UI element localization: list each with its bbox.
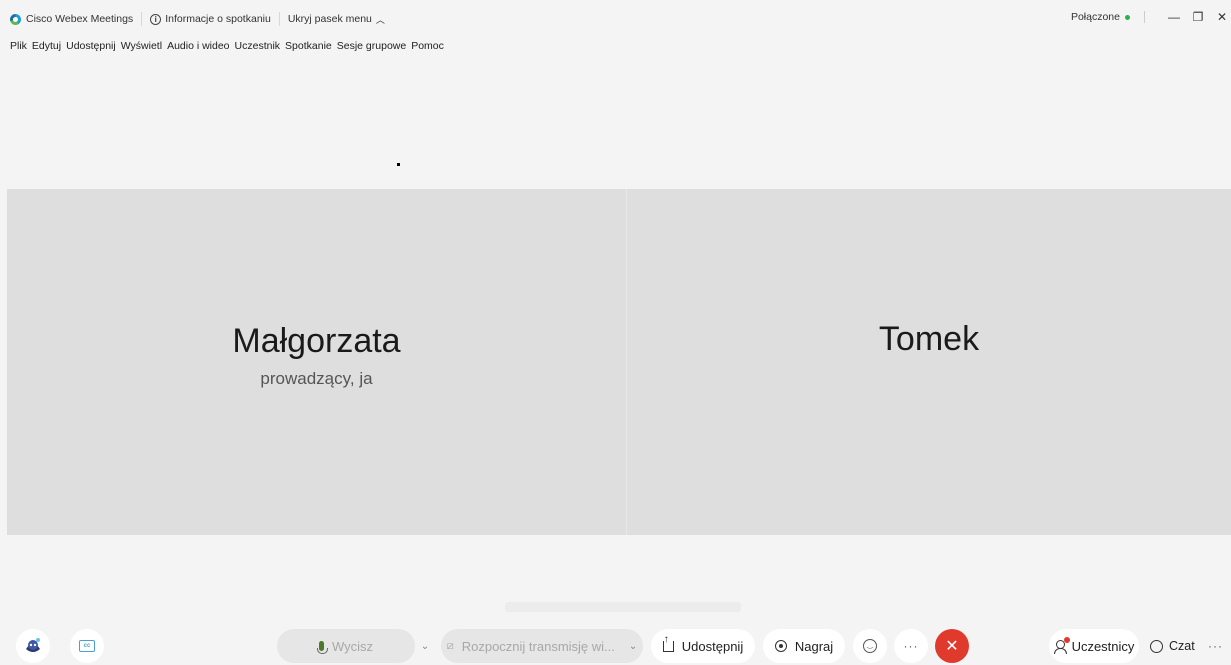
meeting-info-button[interactable]: i Informacje o spotkaniu: [142, 12, 280, 26]
share-label: Udostępnij: [681, 638, 744, 654]
close-button[interactable]: ✕: [1213, 10, 1231, 24]
menu-item-uczestnik[interactable]: Uczestnik: [235, 40, 281, 52]
info-icon: i: [150, 13, 162, 25]
assistant-button[interactable]: [16, 629, 50, 663]
menu-item-edytuj[interactable]: Edytuj: [32, 40, 61, 52]
menu-item-audio-wideo[interactable]: Audio i wideo: [167, 40, 229, 52]
start-video-button[interactable]: ⧄ Rozpocznij transmisję wi... ⌄: [441, 629, 643, 663]
participant-name: Małgorzata: [232, 321, 401, 360]
title-bar-right: Połączone — ❐ ✕: [1071, 10, 1231, 24]
more-icon: ···: [1208, 639, 1223, 653]
divider: [1144, 11, 1145, 23]
closed-captions-icon: cc: [79, 640, 95, 652]
panel-overflow-button[interactable]: ···: [1208, 629, 1223, 663]
chevron-down-icon: ⌄: [628, 640, 638, 652]
record-icon: [774, 640, 787, 652]
captions-button[interactable]: cc: [70, 629, 104, 663]
title-bar-left: Cisco Webex Meetings i Informacje o spot…: [10, 12, 393, 26]
close-icon: ✕: [945, 638, 959, 655]
chat-label: Czat: [1169, 639, 1195, 653]
more-options-button[interactable]: ···: [894, 629, 928, 663]
mute-button[interactable]: Wycisz: [277, 629, 415, 663]
app-title: Cisco Webex Meetings: [10, 12, 143, 26]
participants-button[interactable]: Uczestnicy: [1049, 629, 1139, 663]
placeholder-bar: [505, 602, 741, 612]
participant-tile[interactable]: Tomek: [627, 189, 1231, 535]
start-video-label: Rozpocznij transmisję wi...: [461, 638, 615, 654]
connection-status: Połączone: [1070, 11, 1120, 23]
record-label: Nagraj: [794, 638, 834, 654]
app-name: Cisco Webex Meetings: [26, 13, 134, 25]
menu-bar: Plik Edytuj Udostępnij Wyświetl Audio i …: [10, 40, 449, 52]
microphone-icon: [316, 641, 328, 654]
menu-item-sesje-grupowe[interactable]: Sesje grupowe: [337, 40, 406, 52]
restore-button[interactable]: ❐: [1189, 10, 1207, 24]
menu-item-pomoc[interactable]: Pomoc: [411, 40, 444, 52]
chat-button[interactable]: Czat: [1150, 629, 1195, 663]
end-meeting-button[interactable]: ✕: [935, 629, 969, 663]
video-stage: Małgorzata prowadzący, ja Tomek: [7, 189, 1231, 535]
control-bar: cc Wycisz ⌄ ⧄ Rozpocznij transmisję wi..…: [0, 629, 1231, 665]
video-off-icon: ⧄: [446, 639, 454, 652]
connected-dot-icon: [1125, 14, 1130, 20]
mouse-cursor: [397, 163, 400, 166]
smiley-icon: ‿: [863, 639, 877, 653]
share-icon: [662, 635, 674, 652]
more-icon: ···: [903, 639, 919, 653]
menu-item-spotkanie[interactable]: Spotkanie: [285, 40, 332, 52]
webex-assistant-icon: [26, 638, 40, 652]
meeting-info-label: Informacje o spotkaniu: [165, 13, 271, 25]
reactions-button[interactable]: ‿: [853, 629, 887, 663]
chevron-up-icon: ︿: [375, 14, 385, 25]
menu-item-plik[interactable]: Plik: [10, 40, 27, 52]
participants-icon: [1053, 636, 1070, 654]
participant-role: prowadzący, ja: [260, 368, 373, 388]
chevron-down-icon: ⌄: [420, 640, 430, 652]
menu-item-udostepnij[interactable]: Udostępnij: [66, 40, 116, 52]
record-button[interactable]: Nagraj: [763, 629, 845, 663]
participant-tile[interactable]: Małgorzata prowadzący, ja: [7, 189, 627, 535]
hide-menu-label: Ukryj pasek menu: [287, 13, 372, 25]
hide-menu-button[interactable]: Ukryj pasek menu ︿: [280, 12, 393, 26]
mute-label: Wycisz: [331, 638, 374, 654]
chat-icon: [1150, 639, 1163, 653]
title-bar: Cisco Webex Meetings i Informacje o spot…: [0, 0, 1231, 38]
menu-item-wyswietl[interactable]: Wyświetl: [121, 40, 162, 52]
share-button[interactable]: Udostępnij: [651, 629, 755, 663]
minimize-button[interactable]: —: [1165, 10, 1183, 24]
participant-name: Tomek: [878, 319, 980, 358]
participants-label: Uczestnicy: [1071, 638, 1135, 654]
webex-logo-icon: [10, 13, 21, 25]
audio-options-dropdown[interactable]: ⌄: [415, 629, 435, 663]
